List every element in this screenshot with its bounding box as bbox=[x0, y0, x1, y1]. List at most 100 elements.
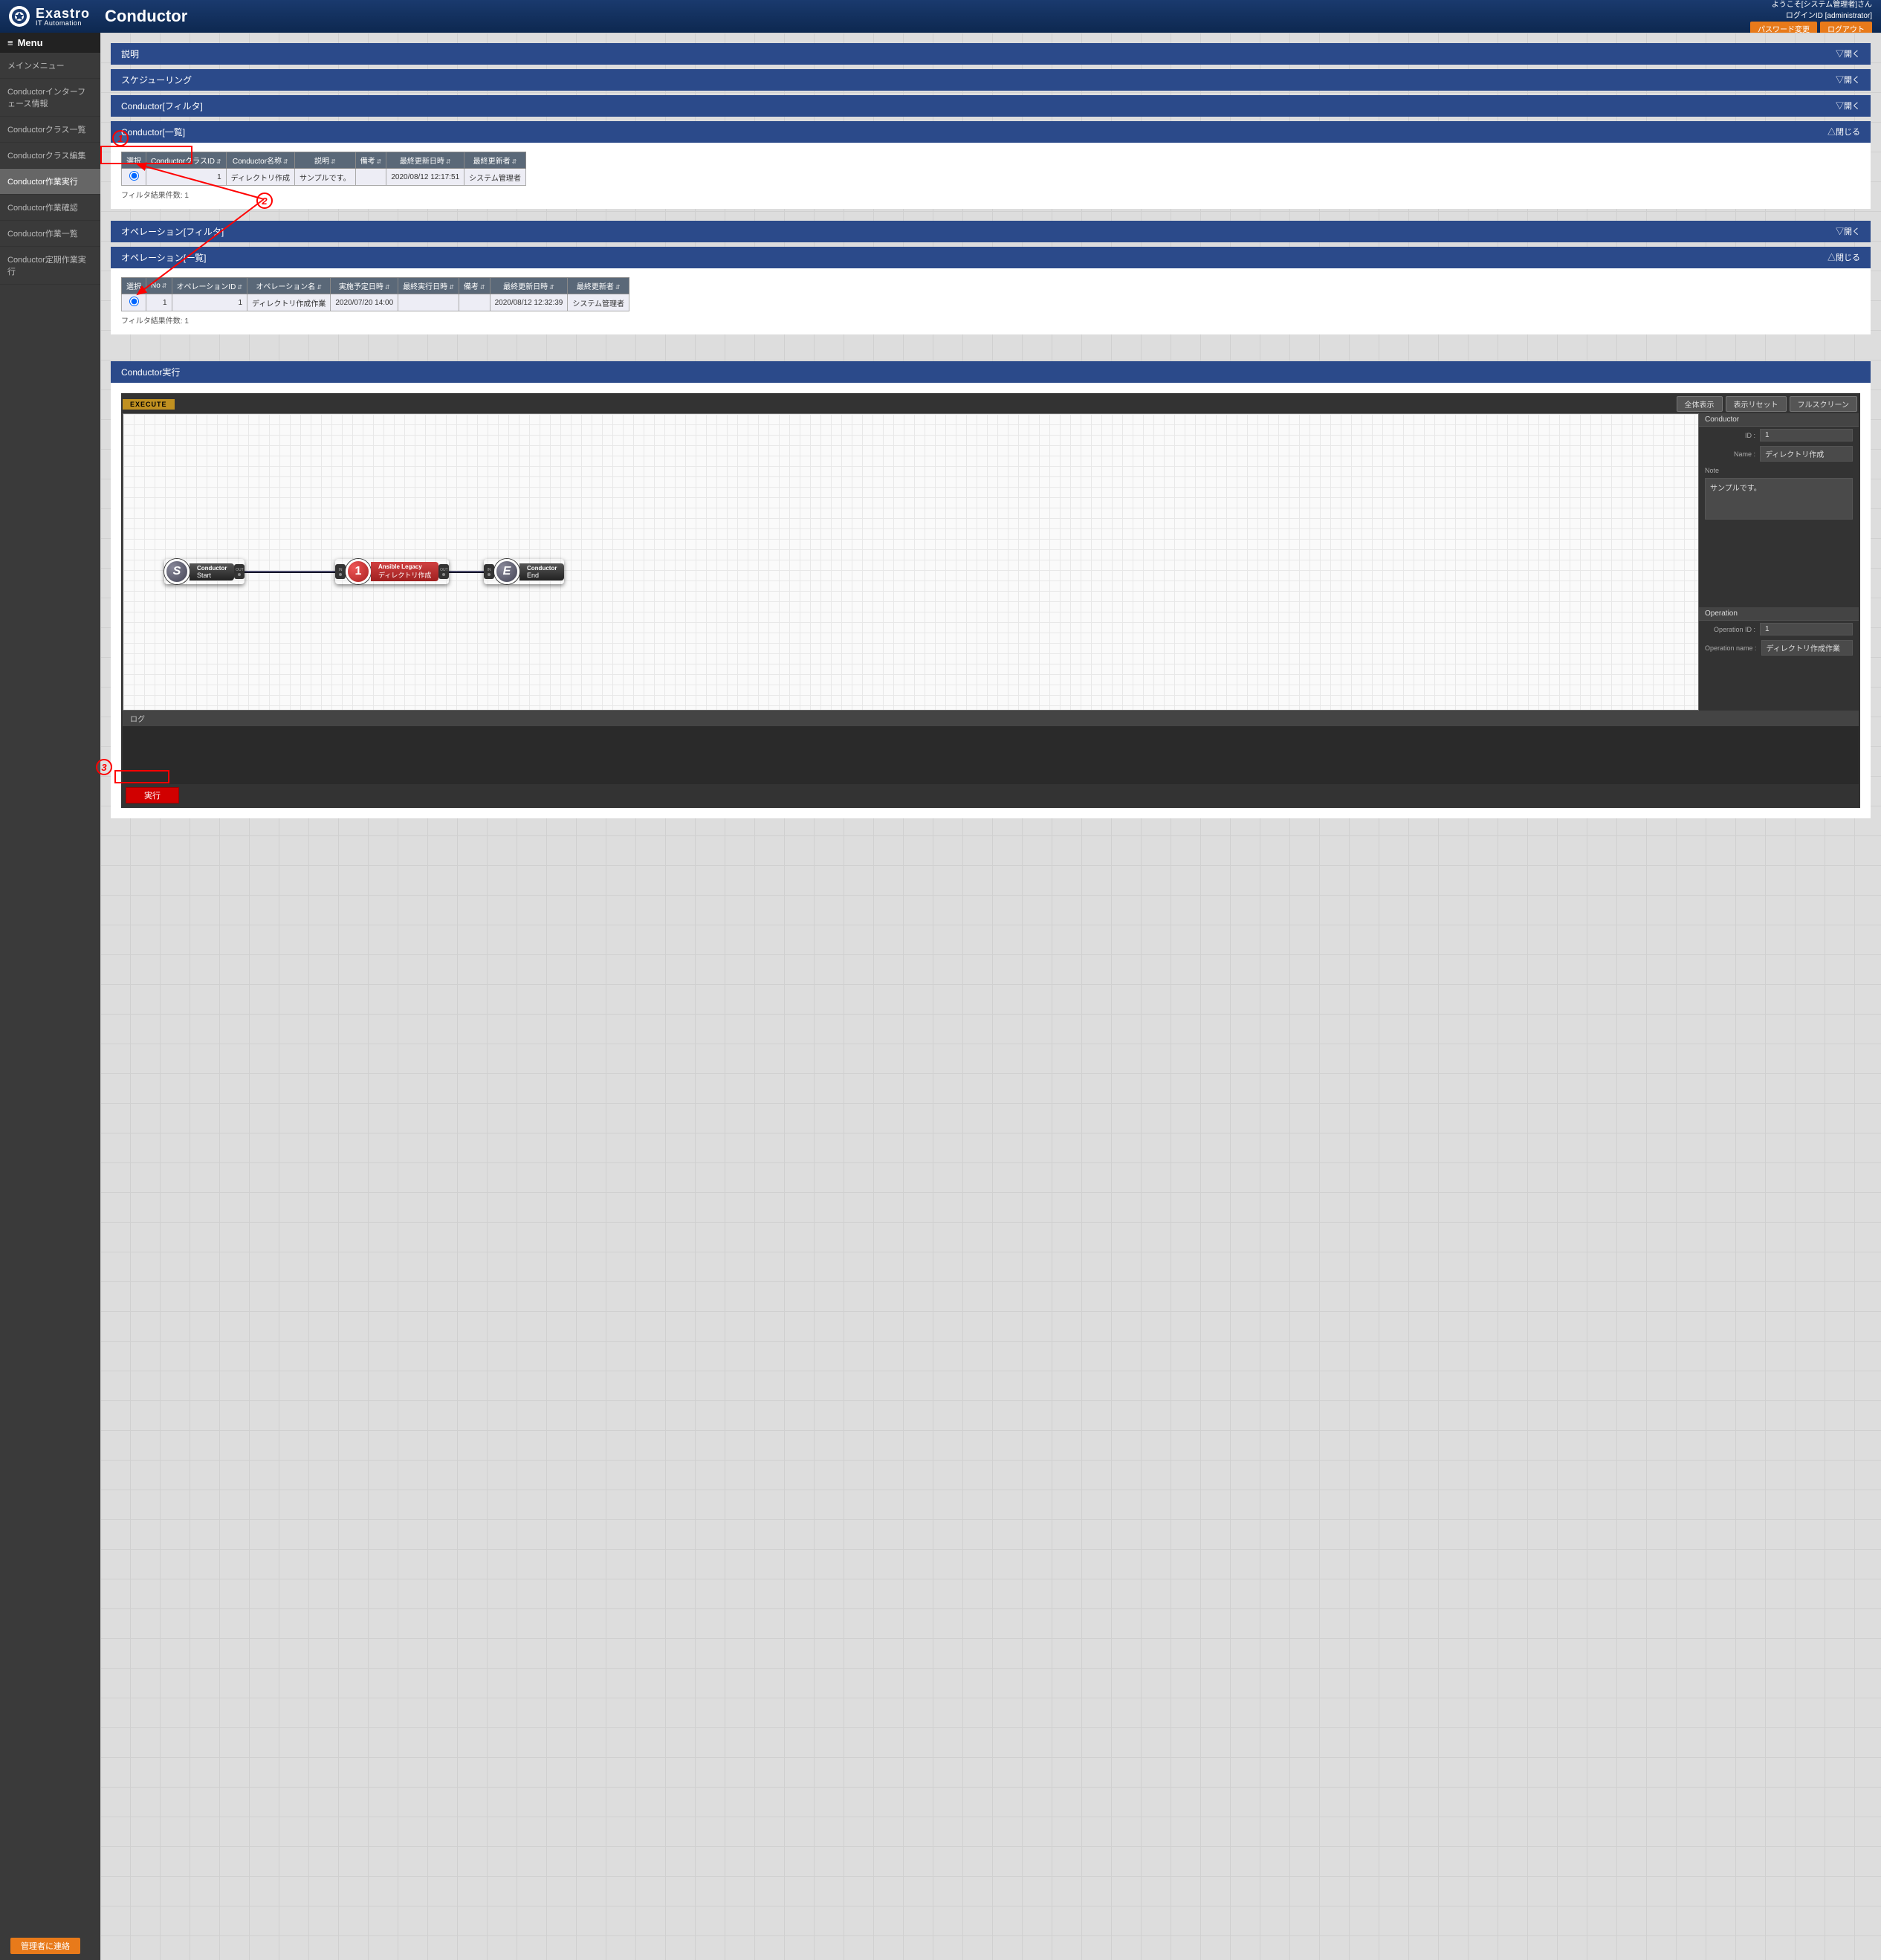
cell-updated: 2020/08/12 12:17:51 bbox=[386, 169, 464, 186]
col-header[interactable]: 最終実行日時⇵ bbox=[398, 278, 459, 294]
sidebar-item-0[interactable]: メインメニュー bbox=[0, 53, 100, 79]
col-header[interactable]: 選択 bbox=[122, 278, 146, 294]
sidebar: ≡ Menu メインメニューConductorインターフェース情報Conduct… bbox=[0, 33, 100, 1960]
logo-icon bbox=[9, 6, 30, 27]
fullscreen-button[interactable]: フルスクリーン bbox=[1790, 396, 1858, 412]
table-row: 1 ディレクトリ作成 サンプルです。 2020/08/12 12:17:51 シ… bbox=[122, 169, 526, 186]
header-user-area: ようこそ[システム管理者]さん ログインID [administrator] パ… bbox=[1750, 0, 1872, 36]
sp-note-label: Note bbox=[1705, 467, 1719, 474]
cell-updated: 2020/08/12 12:32:39 bbox=[490, 294, 568, 311]
node-label: Start bbox=[197, 572, 227, 579]
col-header[interactable]: 備考⇵ bbox=[355, 152, 386, 169]
panel-scheduling[interactable]: スケジューリング ▽開く bbox=[111, 69, 1871, 91]
sidebar-item-6[interactable]: Conductor作業一覧 bbox=[0, 221, 100, 247]
sidebar-item-5[interactable]: Conductor作業確認 bbox=[0, 195, 100, 221]
col-header[interactable]: 最終更新者⇵ bbox=[464, 152, 526, 169]
cell-last bbox=[398, 294, 459, 311]
sp-name-value: ディレクトリ作成 bbox=[1760, 446, 1853, 462]
node-type: Conductor bbox=[527, 565, 557, 572]
col-header[interactable]: 最終更新日時⇵ bbox=[386, 152, 464, 169]
col-header[interactable]: オペレーションID⇵ bbox=[172, 278, 247, 294]
panel-title: Conductor実行 bbox=[121, 366, 180, 378]
log-body bbox=[123, 726, 1859, 784]
col-header[interactable]: No⇵ bbox=[146, 278, 172, 294]
contact-admin-button[interactable]: 管理者に連絡 bbox=[10, 1938, 80, 1954]
table-row: 1 1 ディレクトリ作成作業 2020/07/20 14:00 2020/08/… bbox=[122, 294, 629, 311]
wire bbox=[239, 571, 339, 573]
log-header: ログ bbox=[123, 711, 1859, 726]
in-port[interactable]: IN bbox=[335, 564, 346, 579]
app-header: Exastro IT Automation Conductor ようこそ[システ… bbox=[0, 0, 1881, 33]
col-header[interactable]: 実施予定日時⇵ bbox=[331, 278, 398, 294]
start-node[interactable]: S Conductor Start OUT bbox=[164, 559, 245, 584]
panel-description[interactable]: 説明 ▽開く bbox=[111, 43, 1871, 65]
hamburger-icon: ≡ bbox=[7, 37, 13, 48]
col-header[interactable]: 選択 bbox=[122, 152, 146, 169]
conductor-count: フィルタ結果件数: 1 bbox=[121, 189, 1860, 200]
panel-conductor-filter[interactable]: Conductor[フィルタ] ▽開く bbox=[111, 95, 1871, 117]
movement-number-icon: 1 bbox=[346, 559, 371, 584]
cell-updater: システム管理者 bbox=[464, 169, 526, 186]
property-panel: Conductor ID :1 Name :ディレクトリ作成 Note サンプル… bbox=[1699, 413, 1859, 711]
sp-id-label: ID : bbox=[1705, 432, 1755, 439]
cell-name: ディレクトリ作成作業 bbox=[247, 294, 331, 311]
sidebar-item-3[interactable]: Conductorクラス編集 bbox=[0, 143, 100, 169]
sp-opname-label: Operation name : bbox=[1705, 644, 1757, 652]
toggle-icon: △閉じる bbox=[1827, 251, 1860, 264]
sidebar-item-7[interactable]: Conductor定期作業実行 bbox=[0, 247, 100, 285]
sp-opname-value: ディレクトリ作成作業 bbox=[1761, 640, 1853, 656]
reset-view-button[interactable]: 表示リセット bbox=[1726, 396, 1787, 412]
operation-count: フィルタ結果件数: 1 bbox=[121, 314, 1860, 326]
panel-operation-list[interactable]: オペレーション[一覧] △閉じる bbox=[111, 247, 1871, 268]
sp-operation-header: Operation bbox=[1699, 607, 1859, 621]
cell-note bbox=[355, 169, 386, 186]
panel-conductor-list[interactable]: Conductor[一覧] △閉じる bbox=[111, 121, 1871, 143]
execute-button[interactable]: 実行 bbox=[126, 787, 179, 803]
sp-note-value: サンプルです。 bbox=[1705, 478, 1853, 520]
panel-title: 説明 bbox=[121, 48, 139, 60]
operation-select-radio[interactable] bbox=[129, 297, 139, 306]
col-header[interactable]: 説明⇵ bbox=[294, 152, 355, 169]
sp-id-value: 1 bbox=[1760, 429, 1853, 442]
col-header[interactable]: オペレーション名⇵ bbox=[247, 278, 331, 294]
panel-conductor-exec: Conductor実行 bbox=[111, 361, 1871, 383]
movement-node[interactable]: IN 1 Ansible Legacy ディレクトリ作成 OUT bbox=[335, 559, 449, 584]
login-id-text: ログインID [administrator] bbox=[1750, 9, 1872, 20]
start-icon: S bbox=[164, 559, 190, 584]
toggle-icon: ▽開く bbox=[1836, 74, 1860, 86]
fit-button[interactable]: 全体表示 bbox=[1677, 396, 1723, 412]
cell-name: ディレクトリ作成 bbox=[226, 169, 294, 186]
execute-tab[interactable]: EXECUTE bbox=[123, 399, 175, 410]
end-node[interactable]: IN E Conductor End bbox=[484, 559, 564, 584]
panel-title: Conductor[一覧] bbox=[121, 126, 185, 138]
in-port[interactable]: IN bbox=[484, 564, 494, 579]
col-header[interactable]: 最終更新日時⇵ bbox=[490, 278, 568, 294]
workflow-canvas[interactable]: S Conductor Start OUT IN 1 bbox=[123, 413, 1699, 711]
cell-note bbox=[459, 294, 490, 311]
out-port[interactable]: OUT bbox=[438, 564, 449, 579]
sp-conductor-header: Conductor bbox=[1699, 413, 1859, 427]
conductor-select-radio[interactable] bbox=[129, 171, 139, 181]
cell-updater: システム管理者 bbox=[568, 294, 629, 311]
col-header[interactable]: 最終更新者⇵ bbox=[568, 278, 629, 294]
menu-header[interactable]: ≡ Menu bbox=[0, 33, 100, 53]
panel-operation-filter[interactable]: オペレーション[フィルタ] ▽開く bbox=[111, 221, 1871, 242]
welcome-text: ようこそ[システム管理者]さん bbox=[1750, 0, 1872, 9]
sidebar-item-4[interactable]: Conductor作業実行 bbox=[0, 169, 100, 195]
sidebar-item-1[interactable]: Conductorインターフェース情報 bbox=[0, 79, 100, 117]
panel-title: オペレーション[フィルタ] bbox=[121, 225, 224, 238]
col-header[interactable]: 備考⇵ bbox=[459, 278, 490, 294]
sp-opid-label: Operation ID : bbox=[1705, 626, 1755, 633]
sidebar-item-2[interactable]: Conductorクラス一覧 bbox=[0, 117, 100, 143]
end-icon: E bbox=[494, 559, 519, 584]
node-type: Ansible Legacy bbox=[378, 563, 431, 570]
col-header[interactable]: Conductor名称⇵ bbox=[226, 152, 294, 169]
toggle-icon: ▽開く bbox=[1836, 100, 1860, 112]
toggle-icon: ▽開く bbox=[1836, 48, 1860, 60]
col-header[interactable]: ConductorクラスID⇵ bbox=[146, 152, 227, 169]
node-label: ディレクトリ作成 bbox=[378, 570, 431, 580]
conductor-list-body: 選択ConductorクラスID⇵Conductor名称⇵説明⇵備考⇵最終更新日… bbox=[111, 143, 1871, 209]
out-port[interactable]: OUT bbox=[234, 564, 245, 579]
operation-list-body: 選択No⇵オペレーションID⇵オペレーション名⇵実施予定日時⇵最終実行日時⇵備考… bbox=[111, 268, 1871, 334]
cell-no: 1 bbox=[146, 294, 172, 311]
